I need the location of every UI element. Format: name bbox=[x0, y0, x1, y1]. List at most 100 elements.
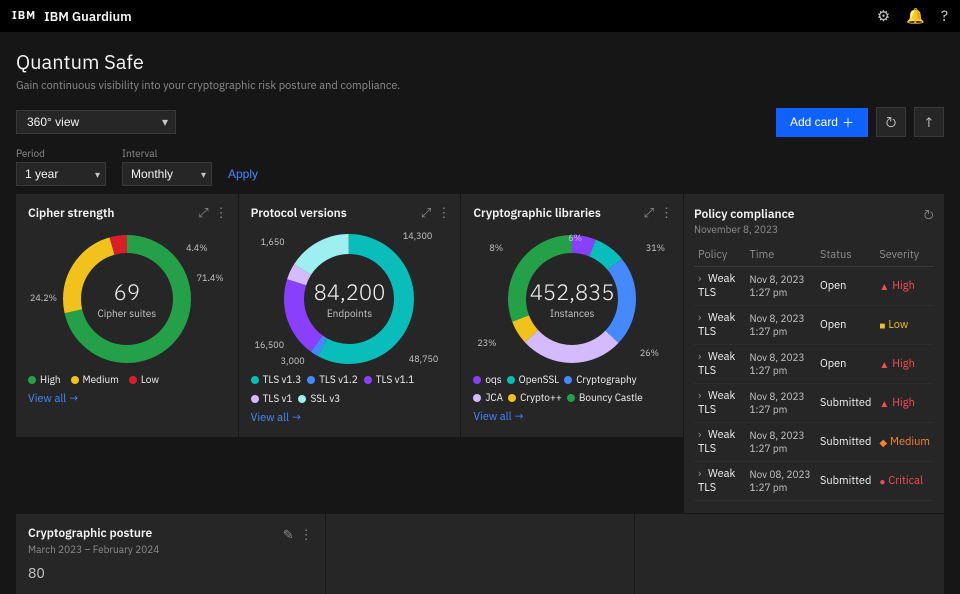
table-row: › Weak TLS Nov 08, 2023 1:27 pm Submitte… bbox=[694, 462, 934, 501]
period-select-wrap[interactable]: 1 year bbox=[16, 162, 106, 186]
severity-label: High bbox=[892, 357, 915, 371]
leg-tls12: TLS v1.2 bbox=[307, 373, 358, 386]
crypto-lib-viewall-label: View all bbox=[473, 410, 511, 424]
protocol-title: Protocol versions bbox=[251, 206, 449, 221]
policy-time: Nov 08, 2023 1:27 pm bbox=[746, 462, 816, 501]
proto-label-3000: 3,000 bbox=[281, 356, 305, 367]
label-tls13: TLS v1.3 bbox=[263, 373, 302, 386]
leg-tls1: TLS v1 bbox=[251, 392, 293, 405]
table-row: › Weak TLS Nov 8, 2023 1:27 pm Open ▲ Hi… bbox=[694, 267, 934, 306]
policy-time: Nov 8, 2023 1:27 pm bbox=[746, 345, 816, 384]
crypto-lib-actions: ⤢ ⋮ bbox=[644, 204, 673, 221]
dot-openssl bbox=[507, 376, 515, 384]
policy-name: › Weak TLS bbox=[694, 423, 746, 462]
app-name: IBM Guardium bbox=[44, 8, 132, 25]
policy-severity: ◆ Medium bbox=[875, 423, 934, 462]
main-grid: Cipher strength ⤢ ⋮ 69 Cipher suites 4.4… bbox=[0, 194, 960, 513]
policy-status: Open bbox=[816, 267, 875, 306]
crypto-lib-viewall[interactable]: View all → bbox=[473, 410, 523, 424]
expand-row-icon[interactable]: › bbox=[698, 467, 701, 481]
crypto-lib-donut: 6% 8% 23% 26% 31% 452,835 Insta bbox=[473, 229, 671, 369]
apply-button[interactable]: Apply bbox=[228, 167, 258, 181]
policy-severity: ▲ High bbox=[875, 345, 934, 384]
more-icon-posture[interactable]: ⋮ bbox=[300, 526, 313, 543]
leg-tls11: TLS v1.1 bbox=[364, 373, 415, 386]
dot-jca bbox=[473, 394, 481, 402]
expand-icon-crypto[interactable]: ⤢ bbox=[644, 204, 654, 221]
period-label: Period bbox=[16, 147, 106, 160]
expand-row-icon[interactable]: › bbox=[698, 428, 701, 442]
crypto-pct-31: 31% bbox=[646, 243, 665, 254]
interval-select-wrap[interactable]: Monthly bbox=[122, 162, 212, 186]
crypto-posture-date: March 2023 – February 2024 bbox=[28, 543, 313, 556]
settings-icon[interactable]: ⚙ bbox=[877, 7, 890, 26]
interval-label: Interval bbox=[122, 147, 212, 160]
interval-group: Interval Monthly bbox=[122, 147, 212, 186]
label-tls1: TLS v1 bbox=[263, 392, 293, 405]
more-icon-proto[interactable]: ⋮ bbox=[437, 204, 450, 221]
cipher-pct-high: 4.4% bbox=[186, 243, 208, 254]
add-card-button[interactable]: Add card ＋ bbox=[776, 108, 868, 137]
topnav-icons: ⚙ 🔔 ? bbox=[877, 7, 948, 26]
period-select[interactable]: 1 year bbox=[16, 162, 106, 186]
help-icon[interactable]: ? bbox=[941, 7, 948, 26]
expand-row-icon[interactable]: › bbox=[698, 311, 701, 325]
legend-high: High bbox=[28, 373, 61, 386]
cipher-value: 69 bbox=[98, 278, 157, 307]
expand-row-icon[interactable]: › bbox=[698, 272, 701, 286]
notifications-icon[interactable]: 🔔 bbox=[906, 7, 925, 26]
severity-badge: ▲ High bbox=[879, 396, 930, 410]
filterbar: Period 1 year Interval Monthly Apply bbox=[0, 143, 960, 194]
crypto-pct-8: 8% bbox=[489, 243, 503, 254]
expand-icon-proto[interactable]: ⤢ bbox=[421, 204, 431, 221]
topnav: IBM IBM Guardium ⚙ 🔔 ? bbox=[0, 0, 960, 32]
leg-cryptopp: Crypto++ bbox=[508, 391, 562, 404]
cipher-sub: Cipher suites bbox=[98, 307, 157, 320]
bottom-row: Cryptographic posture ✎ ⋮ March 2023 – F… bbox=[0, 513, 960, 594]
arrow-right-crypto: → bbox=[515, 410, 524, 424]
more-icon[interactable]: ⋮ bbox=[215, 204, 228, 221]
expand-row-icon[interactable]: › bbox=[698, 389, 701, 403]
dot-cryptopp bbox=[508, 394, 516, 402]
severity-badge: ● Critical bbox=[879, 474, 930, 488]
table-row: › Weak TLS Nov 8, 2023 1:27 pm Submitted… bbox=[694, 423, 934, 462]
severity-label: High bbox=[892, 279, 915, 293]
expand-icon[interactable]: ⤢ bbox=[198, 204, 208, 221]
label-ssl3: SSL v3 bbox=[310, 392, 340, 405]
view-select[interactable]: 360° view bbox=[16, 110, 176, 134]
policy-title: Policy compliance bbox=[694, 207, 794, 222]
protocol-viewall[interactable]: View all → bbox=[251, 411, 301, 425]
cipher-pct-low: 71.4% bbox=[197, 273, 224, 284]
dot-tls12 bbox=[307, 376, 315, 384]
refresh-button[interactable]: ↻ bbox=[876, 107, 906, 137]
edit-icon[interactable]: ✎ bbox=[283, 526, 294, 543]
crypto-lib-legend: oqs OpenSSL Cryptography JCA Crypto++ Bo… bbox=[473, 373, 671, 404]
policy-status: Open bbox=[816, 345, 875, 384]
policy-header-row: Policy compliance ↻ bbox=[694, 206, 934, 223]
more-icon-crypto[interactable]: ⋮ bbox=[660, 204, 673, 221]
view-select-wrap[interactable]: 360° view bbox=[16, 110, 176, 134]
policy-refresh-icon[interactable]: ↻ bbox=[923, 206, 934, 223]
severity-badge: ▲ High bbox=[879, 279, 930, 293]
crypto-libraries-card: Cryptographic libraries ⤢ ⋮ 6% 8% 23% 26… bbox=[461, 194, 683, 437]
export-button[interactable]: ↑ bbox=[914, 107, 944, 137]
interval-select[interactable]: Monthly bbox=[122, 162, 212, 186]
severity-label: Critical bbox=[888, 474, 923, 488]
cipher-viewall[interactable]: View all → bbox=[28, 392, 78, 406]
policy-status: Submitted bbox=[816, 462, 875, 501]
cipher-strength-title: Cipher strength bbox=[28, 206, 226, 221]
col-policy: Policy bbox=[694, 244, 746, 267]
protocol-legend: TLS v1.3 TLS v1.2 TLS v1.1 TLS v1 SSL v3 bbox=[251, 373, 449, 405]
crypto-pct-23: 23% bbox=[477, 338, 496, 349]
dot-bouncy bbox=[567, 394, 575, 402]
expand-row-icon[interactable]: › bbox=[698, 350, 701, 364]
proto-label-16500: 16,500 bbox=[255, 340, 284, 351]
plus-icon: ＋ bbox=[842, 114, 854, 131]
arrow-right-proto: → bbox=[292, 411, 301, 425]
crypto-pct-26: 26% bbox=[640, 348, 659, 359]
page-subtitle: Gain continuous visibility into your cry… bbox=[16, 79, 944, 93]
label-tls12: TLS v1.2 bbox=[319, 373, 358, 386]
cipher-card-actions: ⤢ ⋮ bbox=[198, 204, 227, 221]
policy-severity: ● Critical bbox=[875, 462, 934, 501]
policy-time: Nov 8, 2023 1:27 pm bbox=[746, 306, 816, 345]
